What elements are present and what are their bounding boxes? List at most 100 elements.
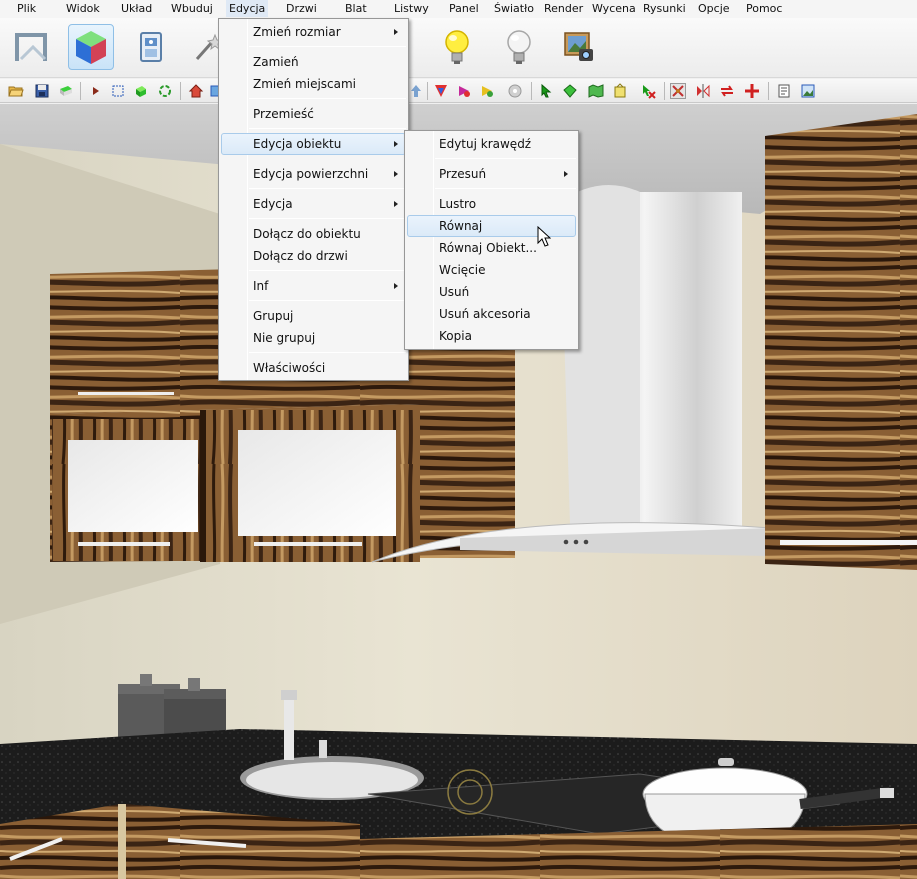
pointer-arrow-icon — [541, 83, 552, 98]
move-cross-button[interactable] — [744, 83, 760, 99]
menu-item-dolacz-do-obiektu[interactable]: Dołącz do obiektu — [221, 223, 406, 245]
disc-button[interactable] — [507, 83, 523, 99]
menu-item-edycja-obiektu[interactable]: Edycja obiektu — [221, 133, 406, 155]
rotate-icon — [159, 85, 171, 97]
menu-item-label: Inf — [253, 279, 269, 293]
pointer-button[interactable] — [538, 83, 554, 99]
menu-widok[interactable]: Widok — [66, 0, 100, 17]
menu-item-wlasciwosci[interactable]: Właściwości — [221, 357, 406, 379]
toolbar-separator — [531, 82, 532, 100]
cabinet-view-icon — [140, 32, 162, 62]
menu-opcje[interactable]: Opcje — [698, 0, 730, 17]
menu-wbuduj[interactable]: Wbuduj — [171, 0, 213, 17]
mouse-cursor-icon — [537, 226, 551, 247]
menu-divider — [249, 98, 406, 99]
wardrobe-button[interactable] — [612, 83, 628, 99]
menu-swiatlo[interactable]: Światło — [494, 0, 534, 17]
home-view-button[interactable] — [188, 83, 204, 99]
menu-render[interactable]: Render — [544, 0, 583, 17]
toolbar-separator — [180, 82, 181, 100]
menu-panel[interactable]: Panel — [449, 0, 479, 17]
rotate-button[interactable] — [157, 83, 173, 99]
menu-item-edycja[interactable]: Edycja — [221, 193, 406, 215]
map-button[interactable] — [588, 83, 604, 99]
delete-pointer-button[interactable] — [640, 83, 656, 99]
move-up-button[interactable] — [408, 83, 424, 99]
menu-item-label: Zmień rozmiar — [253, 25, 341, 39]
menu-item-nie-grupuj[interactable]: Nie grupuj — [221, 327, 406, 349]
open-file-button[interactable] — [8, 83, 24, 99]
menu-item-lustro[interactable]: Lustro — [407, 193, 576, 215]
menu-item-zmien-miejscami[interactable]: Zmień miejscami — [221, 73, 406, 95]
submenu-arrow-icon — [394, 171, 398, 177]
bulb-off-icon — [507, 30, 531, 64]
new-layer-button[interactable] — [58, 83, 74, 99]
toolbar-separator — [768, 82, 769, 100]
menu-item-label: Edytuj krawędź — [439, 137, 532, 151]
menu-item-label: Wcięcie — [439, 263, 486, 277]
secondary-toolbar — [0, 79, 917, 103]
menu-item-label: Przesuń — [439, 167, 487, 181]
menu-wycena[interactable]: Wycena — [592, 0, 636, 17]
menu-item-edytuj-krawedz[interactable]: Edytuj krawędź — [407, 133, 576, 155]
layer-icon — [60, 86, 72, 96]
menu-listwy[interactable]: Listwy — [394, 0, 429, 17]
menu-item-usun-akcesoria[interactable]: Usuń akcesoria — [407, 303, 576, 325]
menu-item-usun[interactable]: Usuń — [407, 281, 576, 303]
play-button[interactable] — [88, 83, 104, 99]
menu-item-wciecie[interactable]: Wcięcie — [407, 259, 576, 281]
picture-button[interactable] — [800, 83, 816, 99]
align-button[interactable] — [670, 83, 686, 99]
room-outline-button[interactable] — [8, 24, 54, 70]
menu-item-kopia[interactable]: Kopia — [407, 325, 576, 347]
swap-button[interactable] — [719, 83, 735, 99]
menu-item-label: Edycja obiektu — [253, 137, 342, 151]
render-photo-icon — [564, 32, 593, 61]
delete-pointer-icon — [643, 85, 656, 99]
gem-button[interactable] — [562, 83, 578, 99]
cube-3d-icon — [76, 31, 106, 64]
bulb-on-button[interactable] — [434, 24, 480, 70]
cube-3d-button[interactable] — [68, 24, 114, 70]
menu-item-zamien[interactable]: Zamień — [221, 51, 406, 73]
menu-divider — [249, 46, 406, 47]
document-button[interactable] — [776, 83, 792, 99]
material-red-icon — [459, 86, 470, 97]
color-palette-button[interactable] — [433, 83, 449, 99]
menu-divider — [249, 300, 406, 301]
menu-drzwi[interactable]: Drzwi — [286, 0, 317, 17]
menu-item-zmien-rozmiar[interactable]: Zmień rozmiar — [221, 21, 406, 43]
menu-item-label: Edycja powierzchni — [253, 167, 369, 181]
material-red-button[interactable] — [456, 83, 472, 99]
menu-divider — [435, 188, 576, 189]
menu-rysunki[interactable]: Rysunki — [643, 0, 686, 17]
menu-item-przesun[interactable]: Przesuń — [407, 163, 576, 185]
menu-item-label: Kopia — [439, 329, 472, 343]
room-outline-icon — [15, 33, 47, 61]
bulb-off-button[interactable] — [496, 24, 542, 70]
mirror-button[interactable] — [695, 83, 711, 99]
menu-item-label: Zmień miejscami — [253, 77, 357, 91]
menu-item-dolacz-do-drzwi[interactable]: Dołącz do drzwi — [221, 245, 406, 267]
menu-item-przemiesc[interactable]: Przemieść — [221, 103, 406, 125]
menu-blat[interactable]: Blat — [345, 0, 367, 17]
menu-item-grupuj[interactable]: Grupuj — [221, 305, 406, 327]
select-box-button[interactable] — [110, 83, 126, 99]
menu-plik[interactable]: Plik — [17, 0, 36, 17]
render-photo-button[interactable] — [556, 24, 602, 70]
menu-pomoc[interactable]: Pomoc — [746, 0, 782, 17]
wardrobe-icon — [614, 83, 626, 98]
save-button[interactable] — [34, 83, 50, 99]
menu-divider — [249, 128, 406, 129]
menu-uklad[interactable]: Układ — [121, 0, 152, 17]
menu-item-edycja-powierzchni[interactable]: Edycja powierzchni — [221, 163, 406, 185]
toolbar-separator — [427, 82, 428, 100]
cabinet-view-button[interactable] — [128, 24, 174, 70]
home-view-icon — [188, 84, 204, 98]
material-yellow-button[interactable] — [479, 83, 495, 99]
green-cube-button[interactable] — [133, 83, 149, 99]
menu-edycja[interactable]: Edycja — [226, 0, 269, 17]
picture-icon — [801, 84, 815, 98]
menu-divider — [249, 218, 406, 219]
menu-item-inf[interactable]: Inf — [221, 275, 406, 297]
